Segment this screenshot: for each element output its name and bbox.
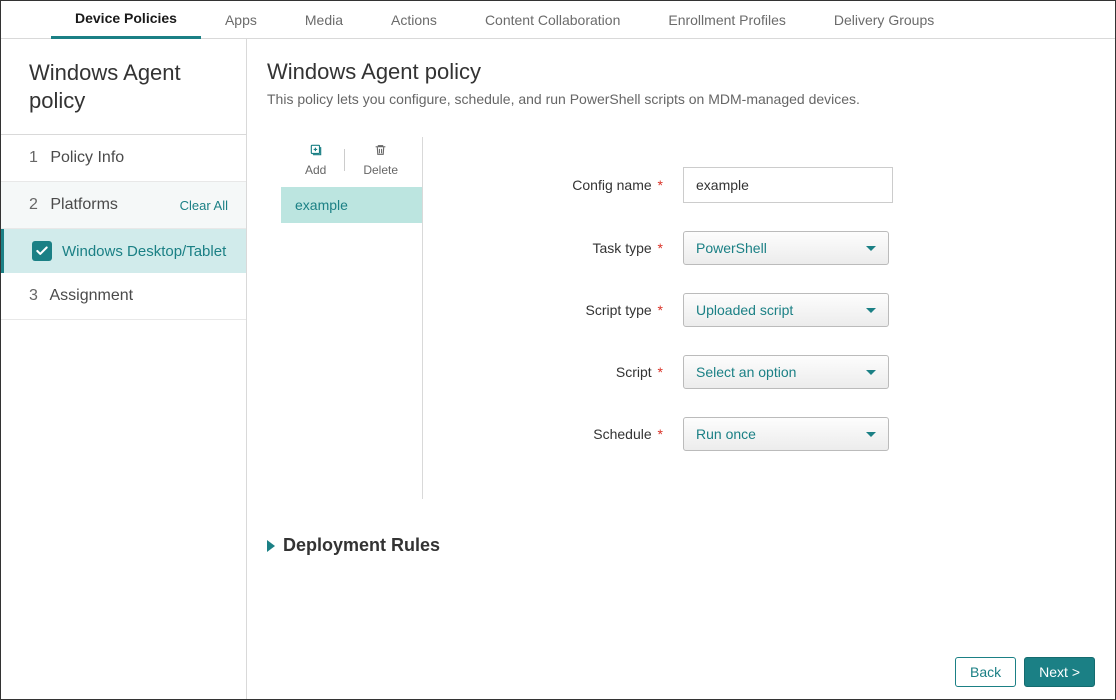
- chevron-down-icon: [866, 246, 876, 251]
- step-label: Platforms: [50, 196, 118, 213]
- config-name-input[interactable]: [683, 167, 893, 203]
- config-name-label: Config name *: [443, 177, 683, 193]
- platform-windows-desktop-tablet[interactable]: Windows Desktop/Tablet: [1, 229, 246, 273]
- tab-content-collaboration[interactable]: Content Collaboration: [461, 1, 644, 39]
- config-toolbar: Add Delete: [281, 137, 422, 187]
- back-button[interactable]: Back: [955, 657, 1016, 687]
- step-number: 3: [29, 287, 38, 304]
- task-type-select[interactable]: PowerShell: [683, 231, 889, 265]
- next-button[interactable]: Next >: [1024, 657, 1095, 687]
- script-type-label: Script type *: [443, 302, 683, 318]
- schedule-select[interactable]: Run once: [683, 417, 889, 451]
- config-form: Config name * Task type * PowerShell: [423, 137, 1095, 499]
- tab-actions[interactable]: Actions: [367, 1, 461, 39]
- tab-media[interactable]: Media: [281, 1, 367, 39]
- page-title: Windows Agent policy: [267, 59, 1095, 85]
- task-type-label: Task type *: [443, 240, 683, 256]
- add-button[interactable]: Add: [287, 143, 344, 177]
- script-value: Select an option: [696, 364, 796, 380]
- deployment-rules-toggle[interactable]: Deployment Rules: [267, 535, 1095, 556]
- step-policy-info[interactable]: 1 Policy Info: [1, 135, 246, 182]
- tab-enrollment-profiles[interactable]: Enrollment Profiles: [644, 1, 810, 39]
- script-select[interactable]: Select an option: [683, 355, 889, 389]
- script-type-value: Uploaded script: [696, 302, 793, 318]
- deployment-rules-title: Deployment Rules: [283, 535, 440, 556]
- content-area: Windows Agent policy This policy lets yo…: [247, 39, 1115, 699]
- add-label: Add: [305, 163, 326, 177]
- step-platforms[interactable]: 2 Platforms Clear All: [1, 182, 246, 229]
- caret-right-icon: [267, 540, 275, 552]
- chevron-down-icon: [866, 432, 876, 437]
- top-tabs: Device Policies Apps Media Actions Conte…: [1, 1, 1115, 39]
- step-label: Assignment: [49, 287, 133, 304]
- step-number: 1: [29, 149, 38, 166]
- task-type-value: PowerShell: [696, 240, 767, 256]
- tab-device-policies[interactable]: Device Policies: [51, 1, 201, 39]
- clear-all-link[interactable]: Clear All: [180, 198, 228, 213]
- script-type-select[interactable]: Uploaded script: [683, 293, 889, 327]
- step-number: 2: [29, 196, 38, 213]
- delete-label: Delete: [363, 163, 398, 177]
- sidebar: Windows Agent policy 1 Policy Info 2 Pla…: [1, 39, 247, 699]
- sidebar-title: Windows Agent policy: [1, 39, 246, 135]
- checkbox-checked-icon[interactable]: [32, 241, 52, 261]
- chevron-down-icon: [866, 308, 876, 313]
- page-description: This policy lets you configure, schedule…: [267, 91, 1095, 107]
- add-icon: [309, 143, 323, 159]
- trash-icon: [374, 143, 387, 159]
- step-assignment[interactable]: 3 Assignment: [1, 273, 246, 320]
- tab-apps[interactable]: Apps: [201, 1, 281, 39]
- step-label: Policy Info: [50, 149, 124, 166]
- platform-label: Windows Desktop/Tablet: [62, 243, 226, 260]
- script-label: Script *: [443, 364, 683, 380]
- tab-delivery-groups[interactable]: Delivery Groups: [810, 1, 958, 39]
- config-list-item[interactable]: example: [281, 187, 422, 223]
- schedule-label: Schedule *: [443, 426, 683, 442]
- config-list-panel: Add Delete example: [281, 137, 423, 499]
- footer-buttons: Back Next >: [955, 657, 1095, 687]
- chevron-down-icon: [866, 370, 876, 375]
- schedule-value: Run once: [696, 426, 756, 442]
- delete-button[interactable]: Delete: [345, 143, 416, 177]
